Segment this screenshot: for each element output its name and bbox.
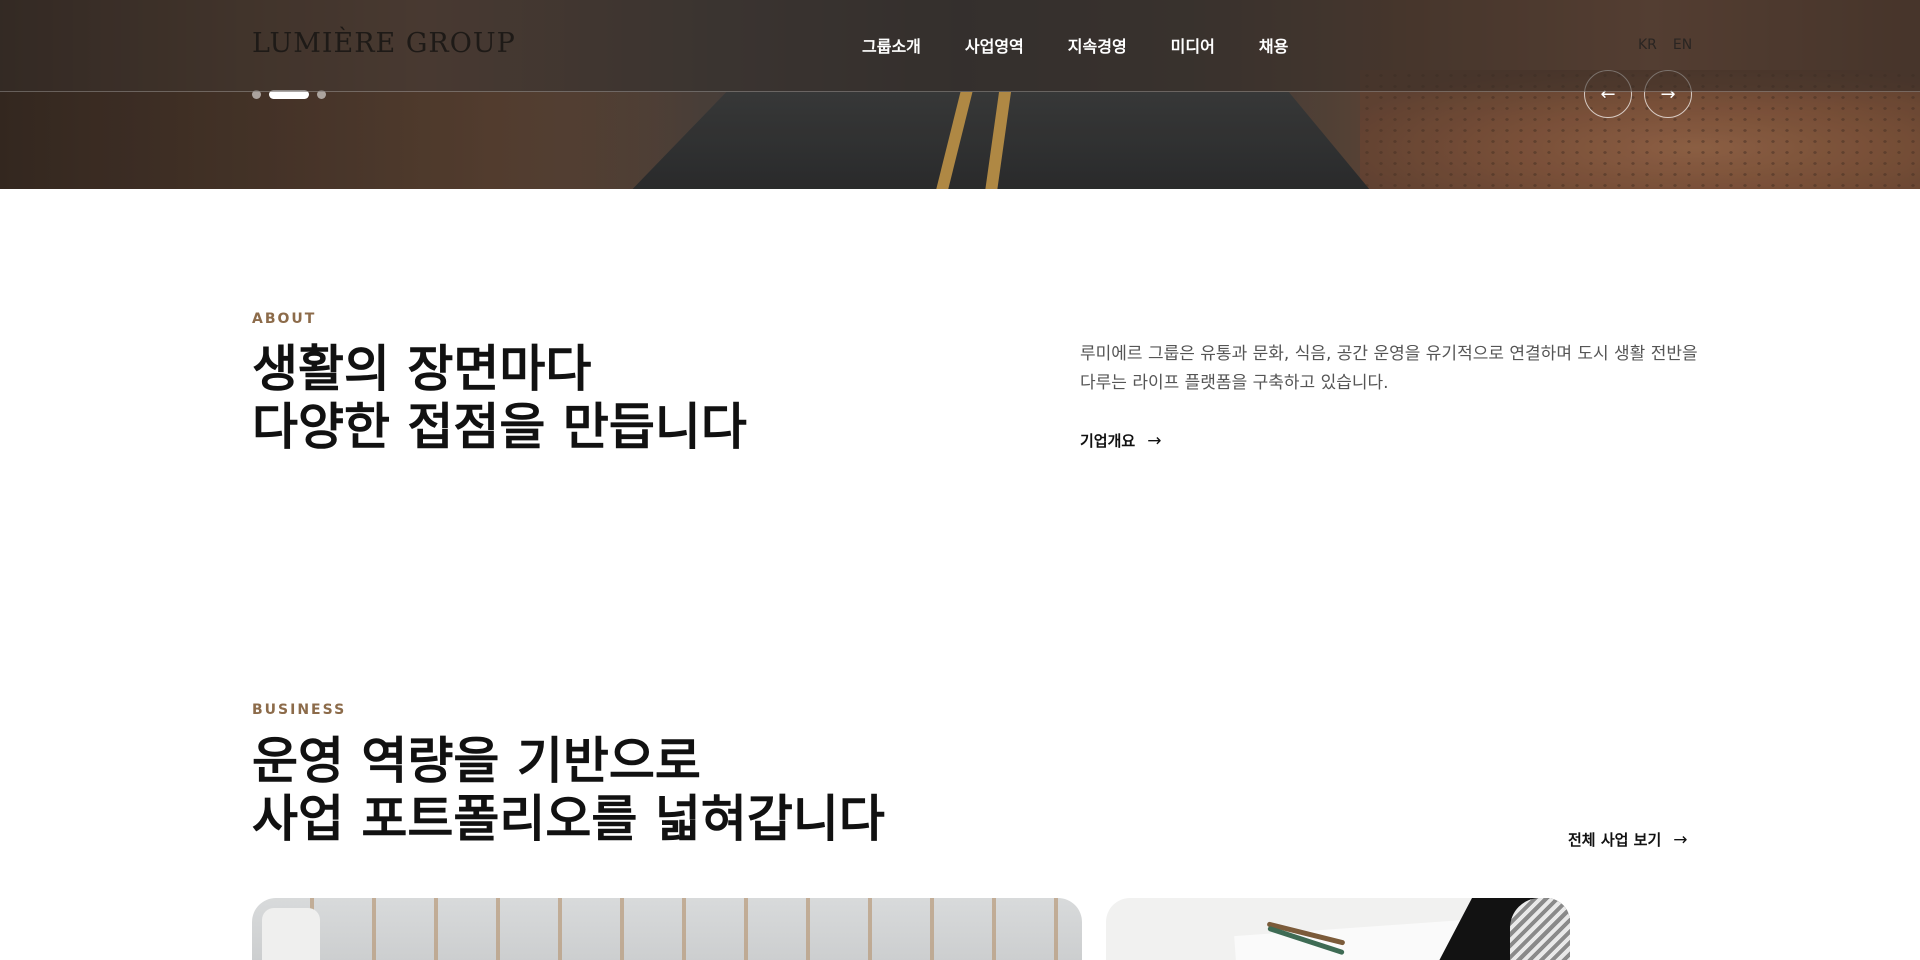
business-card-image[interactable] bbox=[1106, 898, 1570, 960]
view-all-business-link[interactable]: 전체 사업 보기 → bbox=[1568, 829, 1688, 850]
nav-item-about[interactable]: 그룹소개 bbox=[862, 33, 921, 57]
card-image-striped-sleeve bbox=[1510, 898, 1570, 960]
main-nav: 그룹소개 사업영역 지속경영 미디어 채용 bbox=[862, 33, 1288, 57]
business-title-line1: 운영 역량을 기반으로 bbox=[252, 731, 701, 790]
business-card-image[interactable] bbox=[252, 898, 1082, 960]
arrow-right-icon: → bbox=[1673, 829, 1688, 850]
view-all-business-label: 전체 사업 보기 bbox=[1568, 831, 1662, 849]
nav-item-business[interactable]: 사업영역 bbox=[965, 33, 1024, 57]
site-header: LUMIÈRE GROUP 그룹소개 사업영역 지속경영 미디어 채용 KR E… bbox=[0, 0, 1920, 92]
business-title: 운영 역량을 기반으로 사업 포트폴리오를 넓혀갑니다 bbox=[252, 732, 885, 848]
arrow-right-icon: → bbox=[1147, 430, 1162, 451]
logo[interactable]: LUMIÈRE GROUP bbox=[252, 28, 516, 59]
lang-kr[interactable]: KR bbox=[1638, 37, 1657, 53]
business-title-line2: 사업 포트폴리오를 넓혀갑니다 bbox=[252, 789, 885, 848]
card-image-slats bbox=[252, 898, 1082, 960]
nav-item-careers[interactable]: 채용 bbox=[1259, 33, 1288, 57]
about-title: 생활의 장면마다 다양한 접점을 만듭니다 bbox=[252, 340, 747, 456]
about-eyebrow: ABOUT bbox=[252, 311, 317, 327]
nav-item-sustainability[interactable]: 지속경영 bbox=[1068, 33, 1127, 57]
company-overview-link[interactable]: 기업개요 → bbox=[1080, 430, 1161, 451]
about-title-line1: 생활의 장면마다 bbox=[252, 339, 592, 398]
card-image-lamp bbox=[262, 908, 320, 960]
business-eyebrow: BUSINESS bbox=[252, 702, 347, 718]
lang-en[interactable]: EN bbox=[1673, 37, 1692, 53]
about-description: 루미에르 그룹은 유통과 문화, 식음, 공간 운영을 유기적으로 연결하며 도… bbox=[1080, 344, 1698, 393]
nav-item-media[interactable]: 미디어 bbox=[1171, 33, 1215, 57]
company-overview-label: 기업개요 bbox=[1080, 432, 1136, 450]
about-title-line2: 다양한 접점을 만듭니다 bbox=[252, 397, 747, 456]
language-switcher: KR EN bbox=[1638, 37, 1692, 53]
